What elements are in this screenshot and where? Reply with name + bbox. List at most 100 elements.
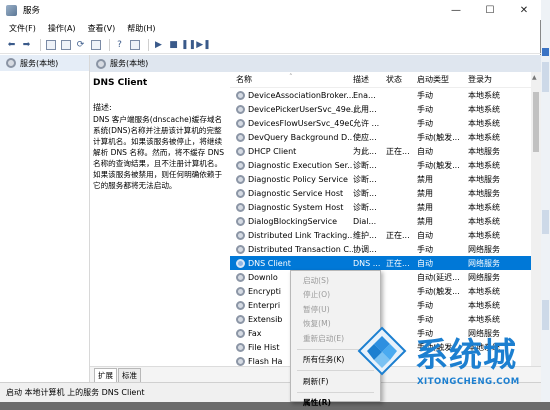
service-row[interactable]: Diagnostic Service Host诊断...禁用本地服务 xyxy=(230,186,531,200)
help-icon[interactable]: ? xyxy=(114,39,125,50)
status-text: 启动 本地计算机 上的服务 DNS Client xyxy=(6,387,145,398)
gear-icon xyxy=(236,231,245,240)
menu-bar: 文件(F) 操作(A) 查看(V) 帮助(H) xyxy=(0,20,541,36)
maximize-button[interactable]: ☐ xyxy=(473,0,507,20)
service-startup-type: 手动(触发... xyxy=(417,132,468,143)
service-name-text: Flash Ha xyxy=(248,357,282,366)
service-row[interactable]: Diagnostic Execution Ser...诊断...手动(触发...… xyxy=(230,158,531,172)
service-description: 为此... xyxy=(353,146,386,157)
gear-icon xyxy=(236,217,245,226)
toolbar-separator xyxy=(109,39,110,51)
menu-view[interactable]: 查看(V) xyxy=(88,23,116,34)
service-row[interactable]: DialogBlockingServiceDial...禁用本地系统 xyxy=(230,214,531,228)
gear-icon xyxy=(236,133,245,142)
gear-icon xyxy=(236,287,245,296)
show-tree-icon[interactable] xyxy=(45,39,56,50)
selected-service-name: DNS Client xyxy=(93,78,228,88)
gear-icon xyxy=(236,259,245,268)
service-row[interactable]: Diagnostic Policy Service诊断...禁用本地服务 xyxy=(230,172,531,186)
service-startup-type: 禁用 xyxy=(417,174,468,185)
scrollbar-thumb[interactable] xyxy=(533,92,539,152)
back-arrow-icon[interactable]: ⬅ xyxy=(6,39,17,50)
service-row[interactable]: Distributed Transaction C...协调...手动网络服务 xyxy=(230,242,531,256)
close-button[interactable]: ✕ xyxy=(507,0,541,20)
service-row[interactable]: DeviceAssociationBroker...Ena...手动本地系统 xyxy=(230,88,531,102)
service-status: 正在... xyxy=(386,258,417,269)
service-name-text: DevicesFlowUserSvc_49e05 xyxy=(248,119,353,128)
background-panel xyxy=(542,62,549,92)
gear-icon xyxy=(236,203,245,212)
service-row[interactable]: Distributed Link Tracking...维护...正在...自动… xyxy=(230,228,531,242)
watermark-subtitle: XITONGCHENG.COM xyxy=(417,377,520,387)
column-status[interactable]: 状态 xyxy=(386,74,417,85)
properties-icon[interactable] xyxy=(60,39,71,50)
minimize-button[interactable]: — xyxy=(439,0,473,20)
scroll-up-icon[interactable]: ▲ xyxy=(532,74,537,81)
service-name-text: DialogBlockingService xyxy=(248,217,337,226)
watermark: 系统城 XITONGCHENG.COM xyxy=(355,322,550,402)
service-name-text: Encrypti xyxy=(248,287,281,296)
export-list-icon[interactable] xyxy=(90,39,101,50)
service-startup-type: 自动 xyxy=(417,146,468,157)
menu-stop[interactable]: 停止(O) xyxy=(291,288,380,303)
pause-service-icon[interactable]: ❚❚ xyxy=(183,39,194,50)
title-bar[interactable]: 服务 — ☐ ✕ xyxy=(0,0,541,20)
tree-item-services-local[interactable]: 服务(本地) xyxy=(0,55,89,71)
service-log-on-as: 本地系统 xyxy=(468,118,531,129)
service-description: 协调... xyxy=(353,244,386,255)
start-service-icon[interactable]: ▶ xyxy=(153,39,164,50)
menu-file[interactable]: 文件(F) xyxy=(9,23,36,34)
console-icon[interactable] xyxy=(129,39,140,50)
service-startup-type: 手动 xyxy=(417,118,468,129)
tab-standard[interactable]: 标准 xyxy=(118,368,141,382)
gear-icon xyxy=(236,273,245,282)
column-log-on-as[interactable]: 登录为 xyxy=(468,74,531,85)
sort-up-icon: ˄ xyxy=(289,73,293,81)
gear-icon xyxy=(236,315,245,324)
stop-service-icon[interactable]: ■ xyxy=(168,39,179,50)
menu-help[interactable]: 帮助(H) xyxy=(127,23,155,34)
service-name: Diagnostic Service Host xyxy=(230,189,353,198)
service-row[interactable]: DevicePickerUserSvc_49e...此用...手动本地系统 xyxy=(230,102,531,116)
service-row[interactable]: DevQuery Background D...使应...手动(触发...本地系… xyxy=(230,130,531,144)
service-name: DHCP Client xyxy=(230,147,353,156)
forward-arrow-icon[interactable]: ➡ xyxy=(21,39,32,50)
service-startup-type: 手动 xyxy=(417,90,468,101)
toolbar-separator xyxy=(40,39,41,51)
service-startup-type: 禁用 xyxy=(417,216,468,227)
restart-service-icon[interactable]: ▶❚ xyxy=(198,39,209,50)
service-row[interactable]: DNS ClientDNS ...正在...自动网络服务 xyxy=(230,256,531,270)
column-description[interactable]: 描述 xyxy=(353,74,386,85)
service-description: 允许 ... xyxy=(353,118,386,129)
services-header: 服务(本地) xyxy=(90,55,541,72)
menu-action[interactable]: 操作(A) xyxy=(48,23,76,34)
service-name: DevicePickerUserSvc_49e... xyxy=(230,105,353,114)
watermark-title: 系统城 xyxy=(415,328,517,376)
service-log-on-as: 本地系统 xyxy=(468,160,531,171)
gear-icon xyxy=(236,357,245,366)
service-row[interactable]: DHCP Client为此...正在...自动本地服务 xyxy=(230,144,531,158)
service-startup-type: 禁用 xyxy=(417,202,468,213)
tab-extended[interactable]: 扩展 xyxy=(94,368,117,382)
service-row[interactable]: DevicesFlowUserSvc_49e05允许 ... 手动本地系统 xyxy=(230,116,531,130)
refresh-icon[interactable]: ⟳ xyxy=(75,39,86,50)
service-name: DialogBlockingService xyxy=(230,217,353,226)
service-row[interactable]: Diagnostic System Host诊断...禁用本地系统 xyxy=(230,200,531,214)
column-startup-type[interactable]: 启动类型 xyxy=(417,74,468,85)
service-log-on-as: 本地系统 xyxy=(468,90,531,101)
gear-icon xyxy=(236,147,245,156)
service-description: 此用... xyxy=(353,104,386,115)
menu-start[interactable]: 启动(S) xyxy=(291,273,380,288)
service-name-text: DevicePickerUserSvc_49e... xyxy=(248,105,353,114)
service-details-pane: DNS Client 描述: DNS 客户端服务(dnscache)缓存域名系统… xyxy=(90,72,230,366)
service-name: Distributed Transaction C... xyxy=(230,245,353,254)
service-name-text: Fax xyxy=(248,329,262,338)
service-log-on-as: 本地系统 xyxy=(468,216,531,227)
service-description: DNS 客户端服务(dnscache)缓存域名系统(DNS)名称并注册该计算机的… xyxy=(93,114,228,191)
service-log-on-as: 本地服务 xyxy=(468,174,531,185)
menu-pause[interactable]: 暂停(U) xyxy=(291,302,380,317)
gear-icon xyxy=(236,119,245,128)
service-description: DNS ... xyxy=(353,259,386,268)
service-name-text: Diagnostic Execution Ser... xyxy=(248,161,353,170)
tree-item-label: 服务(本地) xyxy=(20,58,58,69)
